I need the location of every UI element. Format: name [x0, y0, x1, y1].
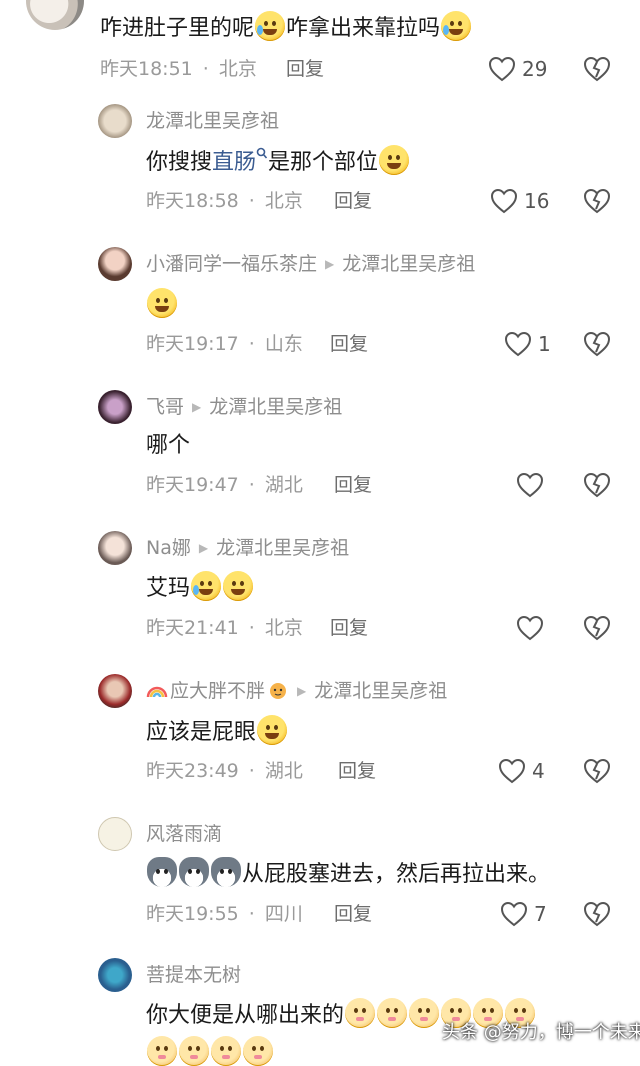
- broken-heart-icon[interactable]: [582, 470, 612, 500]
- reply-meta: 昨天23:49 · 湖北: [146, 760, 303, 782]
- reply-button[interactable]: 回复: [334, 473, 372, 497]
- like-button[interactable]: 7: [500, 899, 547, 929]
- broken-heart-icon[interactable]: [582, 329, 612, 359]
- heart-outline-icon: [516, 615, 544, 641]
- reply-author[interactable]: 龙潭北里吴彦祖: [146, 108, 279, 134]
- reply-meta: 昨天18:58 · 北京: [146, 190, 303, 212]
- grinning-emoji-icon: [223, 571, 254, 601]
- husky-emoji-icon: [179, 857, 209, 887]
- avatar[interactable]: [98, 247, 132, 281]
- top-comment: 咋进肚子里的呢 咋拿出来靠拉吗 昨天18:51 · 北京 回复 29: [0, 0, 640, 100]
- avatar[interactable]: [98, 817, 132, 851]
- rainbow-icon: [146, 686, 168, 698]
- reply-meta: 昨天21:41 · 北京: [146, 617, 303, 639]
- like-count: 7: [534, 902, 547, 926]
- avatar[interactable]: [26, 0, 84, 30]
- play-arrow-icon: ▶: [198, 541, 209, 555]
- blushing-emoji-icon: [147, 1036, 177, 1066]
- reply-author[interactable]: 飞哥 ▶ 龙潭北里吴彦祖: [146, 394, 342, 422]
- reply-author[interactable]: Na娜 ▶ 龙潭北里吴彦祖: [146, 535, 349, 563]
- laughing-emoji-icon: [191, 571, 222, 601]
- broken-heart-icon[interactable]: [582, 756, 612, 786]
- avatar[interactable]: [98, 674, 132, 708]
- avatar[interactable]: [98, 958, 132, 992]
- search-icon[interactable]: [256, 147, 268, 161]
- reply-button[interactable]: 回复: [334, 902, 372, 926]
- grinning-emoji-icon: [257, 715, 288, 745]
- reply-button[interactable]: 回复: [338, 759, 376, 783]
- blushing-emoji-icon: [243, 1036, 273, 1066]
- avatar[interactable]: [98, 390, 132, 424]
- like-count: 16: [524, 189, 550, 213]
- like-button[interactable]: 1: [504, 329, 551, 359]
- blushing-emoji-icon: [211, 1036, 241, 1066]
- reply-author[interactable]: 风落雨滴: [146, 821, 222, 847]
- blushing-emoji-icon: [345, 998, 376, 1028]
- comment-text: 咋进肚子里的呢 咋拿出来靠拉吗: [100, 11, 472, 44]
- blushing-emoji-icon: [409, 998, 440, 1028]
- like-button[interactable]: 29: [488, 54, 547, 84]
- reply-button[interactable]: 回复: [330, 616, 368, 640]
- husky-emoji-icon: [211, 857, 241, 887]
- avatar[interactable]: [98, 104, 132, 138]
- comment-meta: 昨天18:51 · 北京: [100, 58, 257, 80]
- reply-meta: 昨天19:47 · 湖北: [146, 474, 303, 496]
- like-button[interactable]: 16: [490, 186, 549, 216]
- tiger-icon: [270, 683, 287, 699]
- husky-emoji-icon: [147, 857, 177, 887]
- reply-item: 应大胖不胖 ▶ 龙潭北里吴彦祖 应该是屁眼 昨天23:49 · 湖北 回复 4: [0, 672, 640, 815]
- heart-outline-icon: [488, 56, 516, 82]
- reply-item: 飞哥 ▶ 龙潭北里吴彦祖 哪个 昨天19:47 · 湖北 回复: [0, 386, 640, 529]
- laughing-emoji-icon: [255, 11, 286, 41]
- blushing-emoji-icon: [179, 1036, 209, 1066]
- heart-outline-icon: [498, 758, 526, 784]
- broken-heart-icon[interactable]: [582, 899, 612, 929]
- like-count: 1: [538, 332, 551, 356]
- laughing-emoji-icon: [441, 11, 472, 41]
- reply-button[interactable]: 回复: [330, 332, 368, 356]
- reply-item: 风落雨滴 从屁股塞进去，然后再拉出来。 昨天19:55 · 四川 回复 7: [0, 815, 640, 958]
- broken-heart-icon[interactable]: [582, 613, 612, 643]
- reply-item: 小潘同学一福乐茶庄 ▶ 龙潭北里吴彦祖 昨天19:17 · 山东 回复 1: [0, 243, 640, 386]
- like-count: 29: [522, 57, 548, 81]
- like-button[interactable]: [516, 470, 544, 500]
- heart-outline-icon: [504, 331, 532, 357]
- heart-outline-icon: [516, 472, 544, 498]
- broken-heart-icon[interactable]: [582, 186, 612, 216]
- reply-item: Na娜 ▶ 龙潭北里吴彦祖 艾玛 昨天21:41 · 北京 回复: [0, 529, 640, 672]
- search-link[interactable]: 直肠: [212, 150, 256, 175]
- play-arrow-icon: ▶: [192, 400, 202, 414]
- reply-item: 龙潭北里吴彦祖 你搜搜直肠 是那个部位 昨天18:58 · 北京 回复 16: [0, 100, 640, 243]
- reply-text: 你搜搜直肠 是那个部位: [146, 145, 410, 178]
- heart-outline-icon: [490, 188, 518, 214]
- reply-author[interactable]: 应大胖不胖 ▶ 龙潭北里吴彦祖: [146, 678, 447, 706]
- reply-meta: 昨天19:17 · 山东: [146, 333, 303, 355]
- play-arrow-icon: ▶: [297, 684, 307, 698]
- reply-text: 哪个: [146, 433, 191, 458]
- watermark: 头条 @努力，博一个未来: [442, 1022, 640, 1043]
- reply-button[interactable]: 回复: [286, 57, 324, 81]
- like-button[interactable]: 4: [498, 756, 545, 786]
- reply-author[interactable]: 小潘同学一福乐茶庄 ▶ 龙潭北里吴彦祖: [146, 251, 475, 279]
- blushing-emoji-icon: [377, 998, 408, 1028]
- reply-text: 艾玛: [146, 571, 254, 604]
- reply-meta: 昨天19:55 · 四川: [146, 903, 303, 925]
- reply-author[interactable]: 菩提本无树: [146, 962, 241, 988]
- reply-text: 从屁股塞进去，然后再拉出来。: [146, 857, 550, 890]
- reply-button[interactable]: 回复: [334, 189, 372, 213]
- smirk-emoji-icon: [147, 288, 177, 318]
- cropped-emoji-row: [146, 1036, 274, 1066]
- reply-text: 应该是屁眼: [146, 715, 288, 748]
- like-button[interactable]: [516, 613, 544, 643]
- avatar[interactable]: [98, 531, 132, 565]
- heart-outline-icon: [500, 901, 528, 927]
- grinning-emoji-icon: [379, 145, 410, 175]
- play-arrow-icon: ▶: [325, 257, 335, 271]
- broken-heart-icon[interactable]: [582, 54, 612, 84]
- like-count: 4: [532, 759, 545, 783]
- reply-text: [146, 288, 178, 321]
